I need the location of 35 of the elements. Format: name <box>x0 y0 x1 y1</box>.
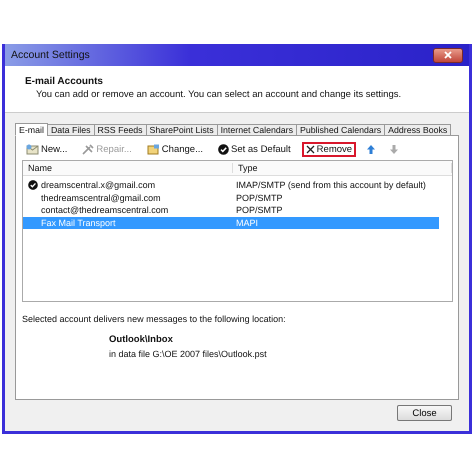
up-arrow-icon <box>367 145 376 154</box>
tab[interactable]: SharePoint Lists <box>146 124 218 136</box>
toolbar-button[interactable]: New... <box>22 142 72 157</box>
close-icon <box>306 145 315 154</box>
close-icon <box>444 51 452 59</box>
table-cell[interactable]: POP/SMTP <box>233 192 439 204</box>
card-icon <box>146 144 160 155</box>
table-cell[interactable]: contact@thedreamscentral.com <box>23 204 233 216</box>
close-button[interactable]: Close <box>397 405 452 421</box>
delivery-folder: Outlook\Inbox <box>109 334 174 345</box>
delivery-file: in data file G:\OE 2007 files\Outlook.pst <box>109 349 268 359</box>
close-button[interactable] <box>433 48 463 62</box>
window-title: Account Settings <box>11 49 90 61</box>
table-cell[interactable]: thedreamscentral@gmail.com <box>23 192 233 204</box>
tab[interactable]: Internet Calendars <box>216 124 297 136</box>
toolbar-button[interactable]: Set as Default <box>214 142 295 157</box>
tab[interactable]: RSS Feeds <box>94 124 147 136</box>
toolbar-button[interactable]: Change... <box>142 142 207 157</box>
tab[interactable]: Published Calendars <box>296 124 386 136</box>
tab[interactable]: Data Files <box>46 124 95 136</box>
column-header[interactable]: Name <box>23 163 233 173</box>
header-title: E-mail Accounts <box>25 76 104 87</box>
tab[interactable]: E-mail <box>15 123 48 136</box>
column-header[interactable]: Type <box>233 163 452 173</box>
checkmark-icon <box>218 144 229 155</box>
down-arrow-icon <box>390 145 398 154</box>
table-cell[interactable]: IMAP/SMTP (send from this account by default) <box>233 179 439 192</box>
toolbar-button[interactable]: Remove <box>302 142 356 157</box>
header-description: You can add or remove an account. You can select an account and change its settings. <box>36 89 402 100</box>
mail-icon <box>26 144 39 155</box>
tab[interactable]: Address Books <box>384 124 452 136</box>
tools-icon <box>82 144 94 155</box>
delivery-caption: Selected account delivers new messages to the following location: <box>22 314 287 324</box>
table-cell[interactable]: POP/SMTP <box>233 204 439 216</box>
table-cell[interactable]: dreamscentral.x@gmail.com <box>23 179 233 192</box>
